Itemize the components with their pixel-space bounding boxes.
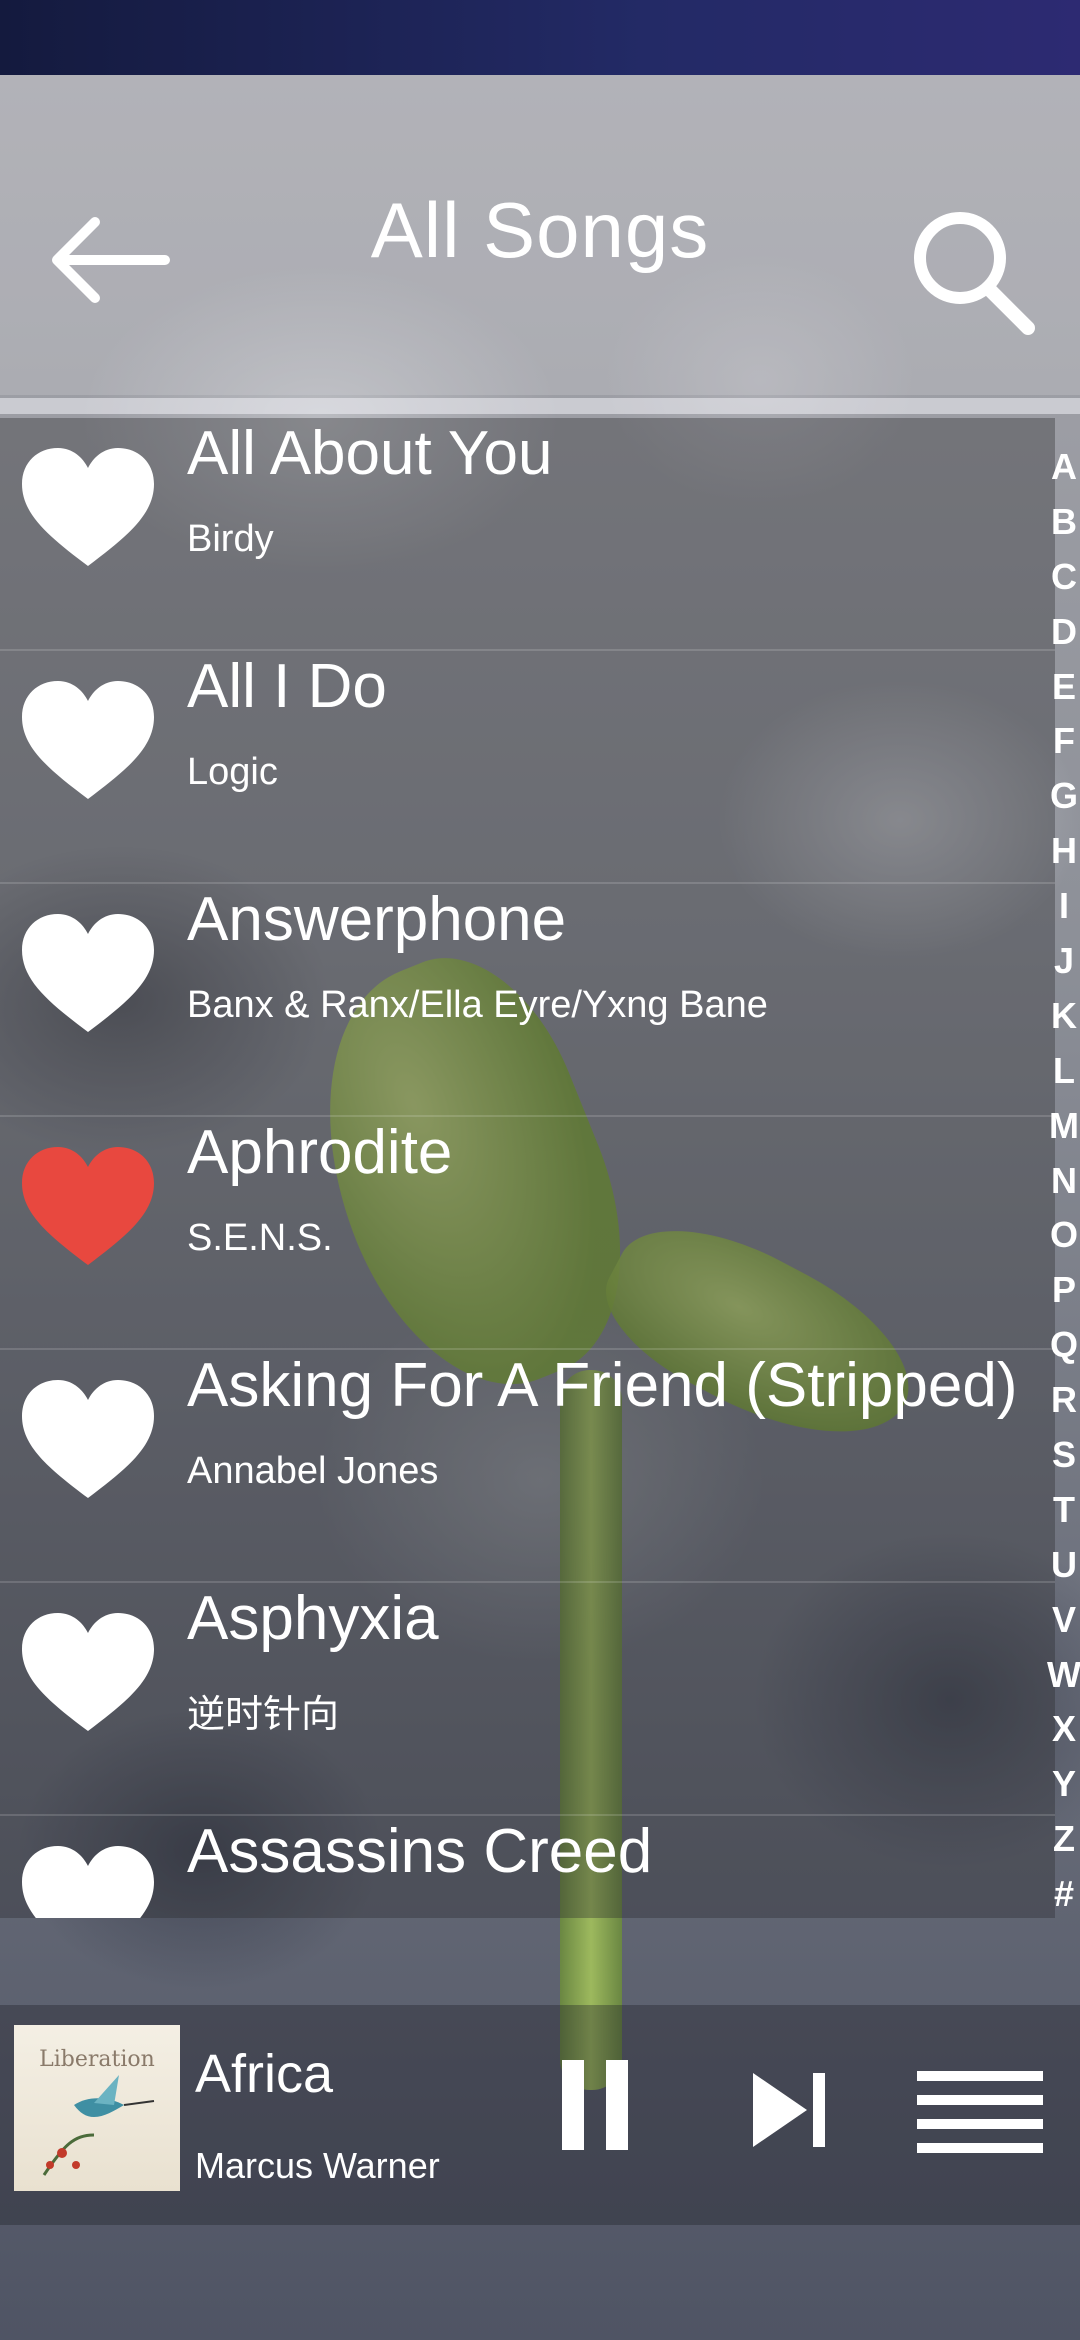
favorite-heart-icon[interactable] [18,1609,158,1739]
index-letter[interactable]: C [1051,550,1077,605]
song-artist: 逆时针向 [187,1694,340,1736]
index-letter[interactable]: F [1053,714,1075,769]
favorite-heart-icon[interactable] [18,677,158,807]
index-letter[interactable]: L [1053,1044,1075,1099]
song-title: All I Do [187,652,387,721]
favorite-heart-icon[interactable] [18,444,158,574]
favorite-heart-icon[interactable] [18,1842,158,1918]
pause-icon [562,2060,628,2150]
index-letter[interactable]: M [1049,1099,1079,1154]
search-button[interactable] [895,195,1045,345]
song-title: Aphrodite [187,1118,453,1187]
index-letter[interactable]: V [1052,1593,1076,1648]
index-letter[interactable]: R [1051,1373,1077,1428]
index-letter[interactable]: B [1051,495,1077,550]
index-letter[interactable]: D [1051,605,1077,660]
header: All Songs [0,75,1080,395]
next-button[interactable] [735,2055,845,2165]
song-list[interactable]: All About You Birdy All I Do Logic Answe… [0,418,1055,1918]
index-letter[interactable]: Q [1050,1318,1078,1373]
song-title: All About You [187,419,553,488]
favorite-heart-icon[interactable] [18,1376,158,1506]
index-letter[interactable]: S [1052,1428,1076,1483]
index-letter[interactable]: P [1052,1263,1076,1318]
song-title: Answerphone [187,885,567,954]
index-letter[interactable]: A [1051,440,1077,495]
song-row[interactable]: Asking For A Friend (Stripped) Annabel J… [0,1350,1055,1583]
song-row[interactable]: All I Do Logic [0,651,1055,884]
now-playing-bar[interactable]: Liberation Africa Marcus Warner [0,2005,1080,2225]
song-row[interactable]: All About You Birdy [0,418,1055,651]
index-letter[interactable]: N [1051,1154,1077,1209]
song-artist: Logic [187,751,278,793]
index-letter[interactable]: H [1051,824,1077,879]
header-divider [0,398,1080,414]
index-letter[interactable]: Z [1053,1812,1075,1867]
favorite-heart-icon[interactable] [18,910,158,1040]
index-letter[interactable]: J [1054,934,1074,989]
index-letter[interactable]: G [1050,769,1078,824]
song-row[interactable]: Assassins Creed [0,1816,1055,1918]
index-letter[interactable]: I [1059,879,1069,934]
index-letter[interactable]: W [1047,1648,1080,1703]
song-row[interactable]: Answerphone Banx & Ranx/Ella Eyre/Yxng B… [0,884,1055,1117]
song-row[interactable]: Aphrodite S.E.N.S. [0,1117,1055,1350]
song-row[interactable]: Asphyxia 逆时针向 [0,1583,1055,1816]
album-art[interactable]: Liberation [14,2025,180,2191]
index-letter[interactable]: E [1052,660,1076,715]
index-letter[interactable]: U [1051,1538,1077,1593]
index-letter[interactable]: O [1050,1208,1078,1263]
song-title: Asphyxia [187,1584,439,1653]
pause-button[interactable] [540,2050,650,2160]
skip-next-icon [753,2073,825,2147]
song-artist: S.E.N.S. [187,1217,333,1259]
song-artist: Banx & Ranx/Ella Eyre/Yxng Bane [187,984,768,1026]
now-playing-artist: Marcus Warner [195,2145,440,2186]
index-letter[interactable]: K [1051,989,1077,1044]
index-letter[interactable]: # [1054,1867,1074,1922]
song-artist: Annabel Jones [187,1450,439,1492]
hummingbird-art-icon [42,2075,155,2176]
search-icon [914,212,1035,335]
song-artist: Birdy [187,518,274,560]
index-letter[interactable]: X [1052,1702,1076,1757]
index-letter[interactable]: Y [1052,1757,1076,1812]
favorite-heart-icon[interactable] [18,1143,158,1273]
song-title: Assassins Creed [187,1817,653,1886]
alphabet-index[interactable]: A B C D E F G H I J K L M N O P Q R S T … [1047,440,1080,1922]
status-bar [0,0,1080,75]
playlist-button[interactable] [905,2055,1055,2165]
now-playing-title: Africa [195,2044,334,2104]
index-letter[interactable]: T [1053,1483,1075,1538]
song-title: Asking For A Friend (Stripped) [187,1351,1018,1420]
menu-icon [917,2071,1043,2153]
